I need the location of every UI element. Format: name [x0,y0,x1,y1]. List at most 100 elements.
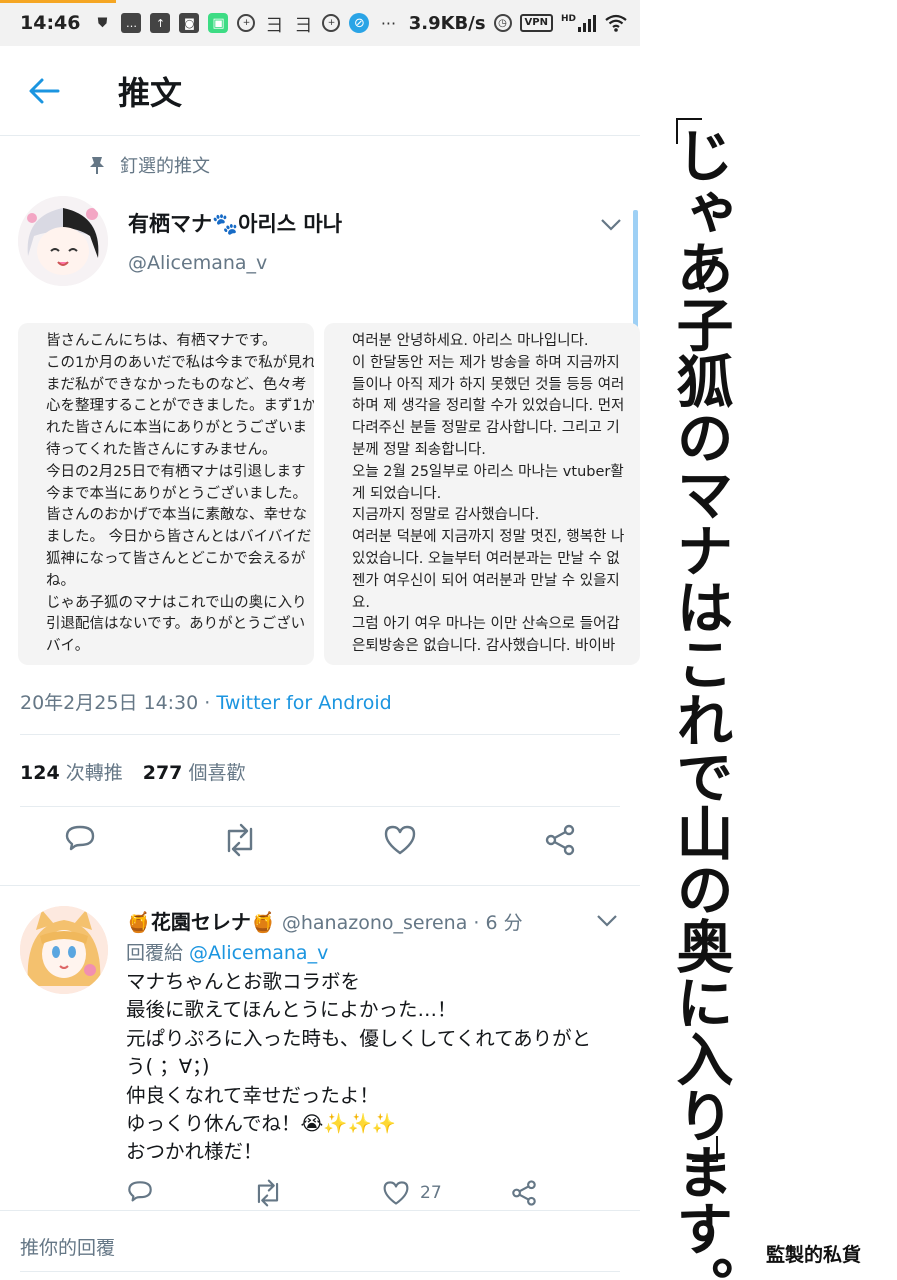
pinned-label: 釘選的推文 [120,156,210,177]
top-nav: 推文 [0,46,640,136]
avatar[interactable] [18,196,108,286]
share-button[interactable] [540,820,580,860]
app-circle-icon: + [237,14,256,32]
reply-input-placeholder[interactable]: 推你的回覆 [20,1233,115,1260]
image-text-line: 지금까지 정말로 감사했습니다. [352,507,540,524]
phone-screen: 14:46 ⛊ … ↑ ◙ ▣ + ⺕ ⺕ + ⊘ ··· 3.9KB/s ◷ … [0,0,640,1280]
reply-text-line: う( ；∀；) [126,1055,210,1079]
reply-text-line: マナちゃんとお歌コラボを [126,970,361,993]
status-bar: 14:46 ⛊ … ↑ ◙ ▣ + ⺕ ⺕ + ⊘ ··· 3.9KB/s ◷ … [0,0,640,46]
retweet-count: 124 [20,762,60,784]
share-icon [512,1180,536,1206]
image-text-line: 待ってくれた皆さんにすみません。 [46,441,277,458]
reply-reply-button[interactable] [126,1178,154,1208]
signal-icon: HD [561,14,596,32]
retweet-stat[interactable]: 124 次轉推 [20,758,123,785]
image-text-line: 게 되었습니다. [352,485,442,502]
image-text-line: 이 한달동안 저는 제가 방송을 하며 지금까지 [352,354,620,371]
app-circle-icon-2: + [322,14,341,32]
source-link[interactable]: Twitter for Android [216,692,391,714]
reply-text-line: 元ぱりぷろに入った時も、優しくしてくれてありがと [126,1026,592,1050]
image-text-line: 들이나 아직 제가 하지 못했던 것들 등등 여러 [352,376,625,393]
tweet-actions [0,820,640,880]
image-text-line: バイ。 [46,638,90,655]
net-speed: 3.9KB/s [408,12,486,34]
reply-icon [65,825,95,851]
image-text-line: 하며 제 생각을 정리할 수가 있었습니다. 먼저 [352,398,625,415]
upload-icon: ↑ [150,13,171,33]
timestamp-text: 20年2月25日 14:30 · [20,692,217,714]
image-text-line: ね。 [46,572,75,589]
reply-author-name[interactable]: 🍯花園セレナ🍯 [126,910,276,934]
author-handle[interactable]: @Alicemana_v [128,252,267,274]
android-icon: ▣ [208,13,229,33]
status-time: 14:46 [20,12,81,34]
reply-author-handle[interactable]: @hanazono_serena [282,912,468,934]
image-text-line: れた皆さんに本当にありがとうございま [46,420,307,437]
wifi-icon [605,14,627,32]
page-load-progress [0,0,116,3]
robot-icon: ◙ [179,13,200,33]
reply-avatar[interactable] [20,906,108,994]
chevron-down-icon[interactable] [600,218,622,232]
shield-icon: ⛊ [97,15,108,31]
media-image-japanese[interactable]: 皆さんこんにちは、有栖マナです。 この1か月のあいだで私は今まで私が見れ まだ私がで… [18,323,314,665]
reply-like-count: 27 [420,1183,442,1203]
pinned-indicator: 釘選的推文 [88,152,210,178]
image-text-line: 今日の2月25日で有栖マナは引退します [46,463,306,480]
share-icon [545,824,575,856]
image-text-line: 여러분 덕분에 지금까지 정말 멋진, 행복한 나 [352,529,625,546]
reply-share-button[interactable] [510,1178,538,1208]
like-label: 個喜歡 [188,762,246,784]
image-text-line: 狐神になって皆さんとどこかで会えるが [46,550,306,567]
credit-text: 監製的私貨 [766,1244,862,1266]
like-icon [384,825,416,855]
reply-text-line: ゆっくり休んでね！😭✨✨✨ [126,1112,397,1136]
retweet-button[interactable] [220,820,260,860]
image-text-line: 皆さんのおかげで本当に素敵な、幸せな [46,507,307,524]
vpn-badge: VPN [519,14,553,32]
back-button[interactable] [0,46,118,136]
reply-button[interactable] [60,820,100,860]
tweet-timestamp: 20年2月25日 14:30 · Twitter for Android [20,688,392,715]
reply-to-handle[interactable]: @Alicemana_v [189,942,328,964]
notification-icons: ⛊ … ↑ ◙ ▣ + ⺕ ⺕ + ⊘ ··· [92,13,398,36]
image-text-line: ました。 今日から皆さんとはバイバイだ [46,529,312,546]
reply-text-line: 仲良くなれて幸せだったよ！ [126,1083,379,1107]
like-button[interactable] [380,820,420,860]
reply-header: 🍯花園セレナ🍯 @hanazono_serena · 6 分 [126,906,523,935]
retweet-icon [257,1179,279,1207]
more-dots-icon: ··· [380,13,397,33]
image-text-line: 분께 정말 죄송합니다. [352,441,486,458]
message-icon: … [121,13,142,33]
like-stat[interactable]: 277 個喜歡 [143,758,246,785]
reply-tweet[interactable]: 🍯花園セレナ🍯 @hanazono_serena · 6 分 回覆給 @Alic… [0,885,640,1215]
image-text-line: 오늘 2월 25일부로 아리스 마나는 vtuber활 [352,463,624,480]
reply-composer[interactable]: 推你的回覆 [0,1210,640,1280]
image-text-line: 그럼 아기 여우 마나는 이만 산속으로 들어갑 [352,616,620,633]
image-text-line: 引退配信はないです。ありがとうござい [46,616,306,633]
chevron-down-icon[interactable] [596,914,618,928]
image-text-line: まだ私ができなかったものなど、色々考 [46,376,307,393]
zhi-icon-2: ⺕ [294,15,312,36]
reply-icon [128,1181,152,1202]
reply-text-line: おつかれ様だ！ [126,1140,263,1164]
tweet-author: 有栖マナ🐾아리스 마나 @Alicemana_v [18,196,628,296]
image-text-line: 다려주신 분들 정말로 감사합니다. 그리고 기 [352,420,620,437]
back-arrow-icon [29,78,60,103]
reply-text: マナちゃんとお歌コラボを 最後に歌えてほんとうによかった…！ 元ぱりぷろに入った時も… [126,968,626,1167]
reply-like-button[interactable]: 27 [382,1178,442,1208]
browser-icon: ⊘ [349,13,370,33]
image-text-line: 今まで本当にありがとうございました。 [46,485,307,502]
pin-icon [90,157,104,174]
tweet-stats: 124 次轉推 277 個喜歡 [20,758,245,785]
media-image-korean[interactable]: 여러분 안녕하세요. 아리스 마나입니다. 이 한달동안 저는 제가 방송을 하며… [324,323,640,665]
reply-retweet-button[interactable] [252,1178,284,1208]
alarm-icon: ◷ [493,14,512,32]
image-text-line: じゃあ子狐のマナはこれで山の奥に入り [46,594,307,611]
retweet-label: 次轉推 [65,762,123,784]
image-text-line: この1か月のあいだで私は今まで私が見れ [46,354,314,371]
replying-to: 回覆給 @Alicemana_v [126,938,328,965]
author-name[interactable]: 有栖マナ🐾아리스 마나 [128,208,342,238]
page-title: 推文 [118,73,183,112]
